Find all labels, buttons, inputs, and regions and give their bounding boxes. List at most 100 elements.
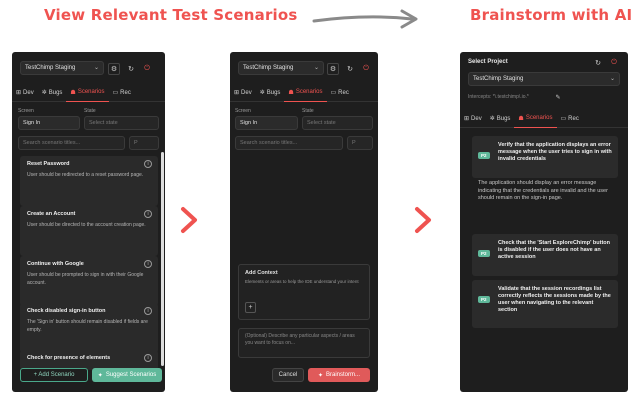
project-select[interactable]: TestChimp Staging ⌄ <box>468 72 620 86</box>
tab-bar: ⊞ Dev ✲ Bugs ☗ Scenarios ▭ Rec <box>460 110 628 128</box>
scenario-title: Continue with Google <box>27 261 84 267</box>
tab-scenarios[interactable]: ☗ Scenarios <box>514 110 557 128</box>
refresh-icon[interactable]: ↻ <box>125 63 137 75</box>
brainstorm-button[interactable]: ✦ Brainstorm... <box>308 368 370 382</box>
priority-select[interactable]: P <box>129 136 159 150</box>
stage: View Relevant Test Scenarios Brainstorm … <box>0 0 640 400</box>
chevron-down-icon: ⌄ <box>313 65 319 71</box>
scenario-title: Check for presence of elements <box>27 355 111 361</box>
tab-rec[interactable]: ▭ Rec <box>557 110 583 128</box>
scenario-card[interactable]: Reset Password User should be redirected… <box>20 156 158 206</box>
suggestion-title: Validate that the session recordings lis… <box>498 286 611 313</box>
heading-brainstorm: Brainstorm with AI <box>470 6 633 24</box>
settings-icon[interactable]: ⚙ <box>108 63 120 75</box>
tab-dev[interactable]: ⊞ Dev <box>460 110 486 128</box>
tab-rec[interactable]: ▭ Rec <box>327 84 353 102</box>
scenarios-icon: ☗ <box>518 115 524 122</box>
scenario-card[interactable]: Check for presence of elements i <box>20 350 158 370</box>
search-input[interactable]: Search scenario titles... <box>18 136 125 150</box>
project-select-value: TestChimp Staging <box>243 65 294 71</box>
tab-label: Scenarios <box>77 89 105 95</box>
describe-textarea[interactable]: (Optional) Describe any particular aspec… <box>238 328 370 358</box>
tab-label: Scenarios <box>525 115 553 121</box>
screen-select[interactable]: Sign In <box>235 116 298 130</box>
screen-label: Screen <box>235 108 251 114</box>
tab-dev[interactable]: ⊞ Dev <box>230 84 256 102</box>
tab-dev[interactable]: ⊞ Dev <box>12 84 38 102</box>
suggestion-card[interactable]: P2 Validate that the session recordings … <box>472 280 618 328</box>
suggestion-title: Verify that the application displays an … <box>498 142 612 162</box>
scenarios-icon: ☗ <box>70 89 76 96</box>
power-icon[interactable]: ⏻ <box>608 57 620 69</box>
scrollbar[interactable] <box>161 152 164 366</box>
tab-bugs[interactable]: ✲ Bugs <box>486 110 515 128</box>
tab-scenarios[interactable]: ☗ Scenarios <box>66 84 109 102</box>
tab-label: Rec <box>120 89 131 96</box>
edit-icon[interactable]: ✎ <box>552 91 564 103</box>
dev-icon: ⊞ <box>16 90 22 96</box>
tab-label: Bugs <box>266 89 281 96</box>
power-icon[interactable]: ⏻ <box>141 63 153 75</box>
tab-label: Bugs <box>496 115 511 122</box>
priority-badge: P2 <box>478 250 490 257</box>
info-icon[interactable]: i <box>144 307 152 315</box>
state-label: State <box>302 108 314 114</box>
cancel-button[interactable]: Cancel <box>272 368 304 382</box>
power-icon[interactable]: ⏻ <box>360 63 372 75</box>
tab-label: Dev <box>23 89 34 96</box>
priority-select[interactable]: P <box>347 136 373 150</box>
info-icon[interactable]: i <box>144 354 152 362</box>
scenario-card[interactable]: Check disabled sign-in button The 'Sign … <box>20 303 158 353</box>
add-scenario-button[interactable]: + Add Scenario <box>20 368 88 382</box>
project-select-value: TestChimp Staging <box>25 65 76 71</box>
project-select[interactable]: TestChimp Staging ⌄ <box>238 61 324 75</box>
refresh-icon[interactable]: ↻ <box>592 57 604 69</box>
tab-rec[interactable]: ▭ Rec <box>109 84 135 102</box>
add-context-title: Add Context <box>245 270 278 276</box>
suggestion-card[interactable]: P2 Verify that the application displays … <box>472 136 618 178</box>
bug-icon: ✲ <box>259 90 265 96</box>
suggest-scenarios-button[interactable]: ✦ Suggest Scenarios <box>92 368 162 382</box>
suggestion-title: Check that the 'Start ExploreChimp' butt… <box>498 240 611 260</box>
state-select[interactable]: Select state <box>302 116 373 130</box>
dev-icon: ⊞ <box>234 90 240 96</box>
tab-label: Bugs <box>48 89 63 96</box>
tab-bar: ⊞ Dev ✲ Bugs ☗ Scenarios ▭ Rec <box>230 84 378 102</box>
suggestion-explanation: The application should display an error … <box>478 180 608 201</box>
info-icon[interactable]: i <box>144 260 152 268</box>
bug-icon: ✲ <box>489 116 495 122</box>
scenario-card[interactable]: Create an Account User should be directe… <box>20 206 158 256</box>
screen-select[interactable]: Sign In <box>18 116 80 130</box>
dev-icon: ⊞ <box>464 116 470 122</box>
select-project-label: Select Project <box>468 59 508 65</box>
record-icon: ▭ <box>112 90 119 96</box>
tab-label: Dev <box>471 115 482 122</box>
add-context-plus-icon[interactable]: + <box>245 302 256 313</box>
brainstorm-label: Brainstorm... <box>326 372 361 378</box>
tab-label: Rec <box>338 89 349 96</box>
chevron-down-icon: ⌄ <box>93 65 99 71</box>
record-icon: ▭ <box>330 90 337 96</box>
info-icon[interactable]: i <box>144 210 152 218</box>
brainstorm-panel: TestChimp Staging ⌄ ⚙ ↻ ⏻ ⊞ Dev ✲ Bugs ☗ Sc… <box>230 52 378 392</box>
scenario-title: Create an Account <box>27 211 76 217</box>
project-select[interactable]: TestChimp Staging ⌄ <box>20 61 104 75</box>
sparkle-icon: ✦ <box>97 372 103 379</box>
scenario-title: Reset Password <box>27 161 70 167</box>
priority-badge: P2 <box>478 296 490 303</box>
screen-label: Screen <box>18 108 34 114</box>
info-icon[interactable]: i <box>144 160 152 168</box>
state-select[interactable]: Select state <box>84 116 159 130</box>
suggestion-card[interactable]: P2 Check that the 'Start ExploreChimp' b… <box>472 234 618 276</box>
tab-scenarios[interactable]: ☗ Scenarios <box>284 84 327 102</box>
chevron-right-icon <box>415 207 431 233</box>
tab-bugs[interactable]: ✲ Bugs <box>256 84 285 102</box>
tab-bugs[interactable]: ✲ Bugs <box>38 84 67 102</box>
add-context-box: Add Context Elements or areas to help th… <box>238 264 370 320</box>
search-input[interactable]: Search scenario titles... <box>235 136 343 150</box>
refresh-icon[interactable]: ↻ <box>344 63 356 75</box>
scenario-card[interactable]: Continue with Google User should be prom… <box>20 256 158 306</box>
scenario-title: Check disabled sign-in button <box>27 308 106 314</box>
settings-icon[interactable]: ⚙ <box>327 63 339 75</box>
project-select-value: TestChimp Staging <box>473 76 524 82</box>
